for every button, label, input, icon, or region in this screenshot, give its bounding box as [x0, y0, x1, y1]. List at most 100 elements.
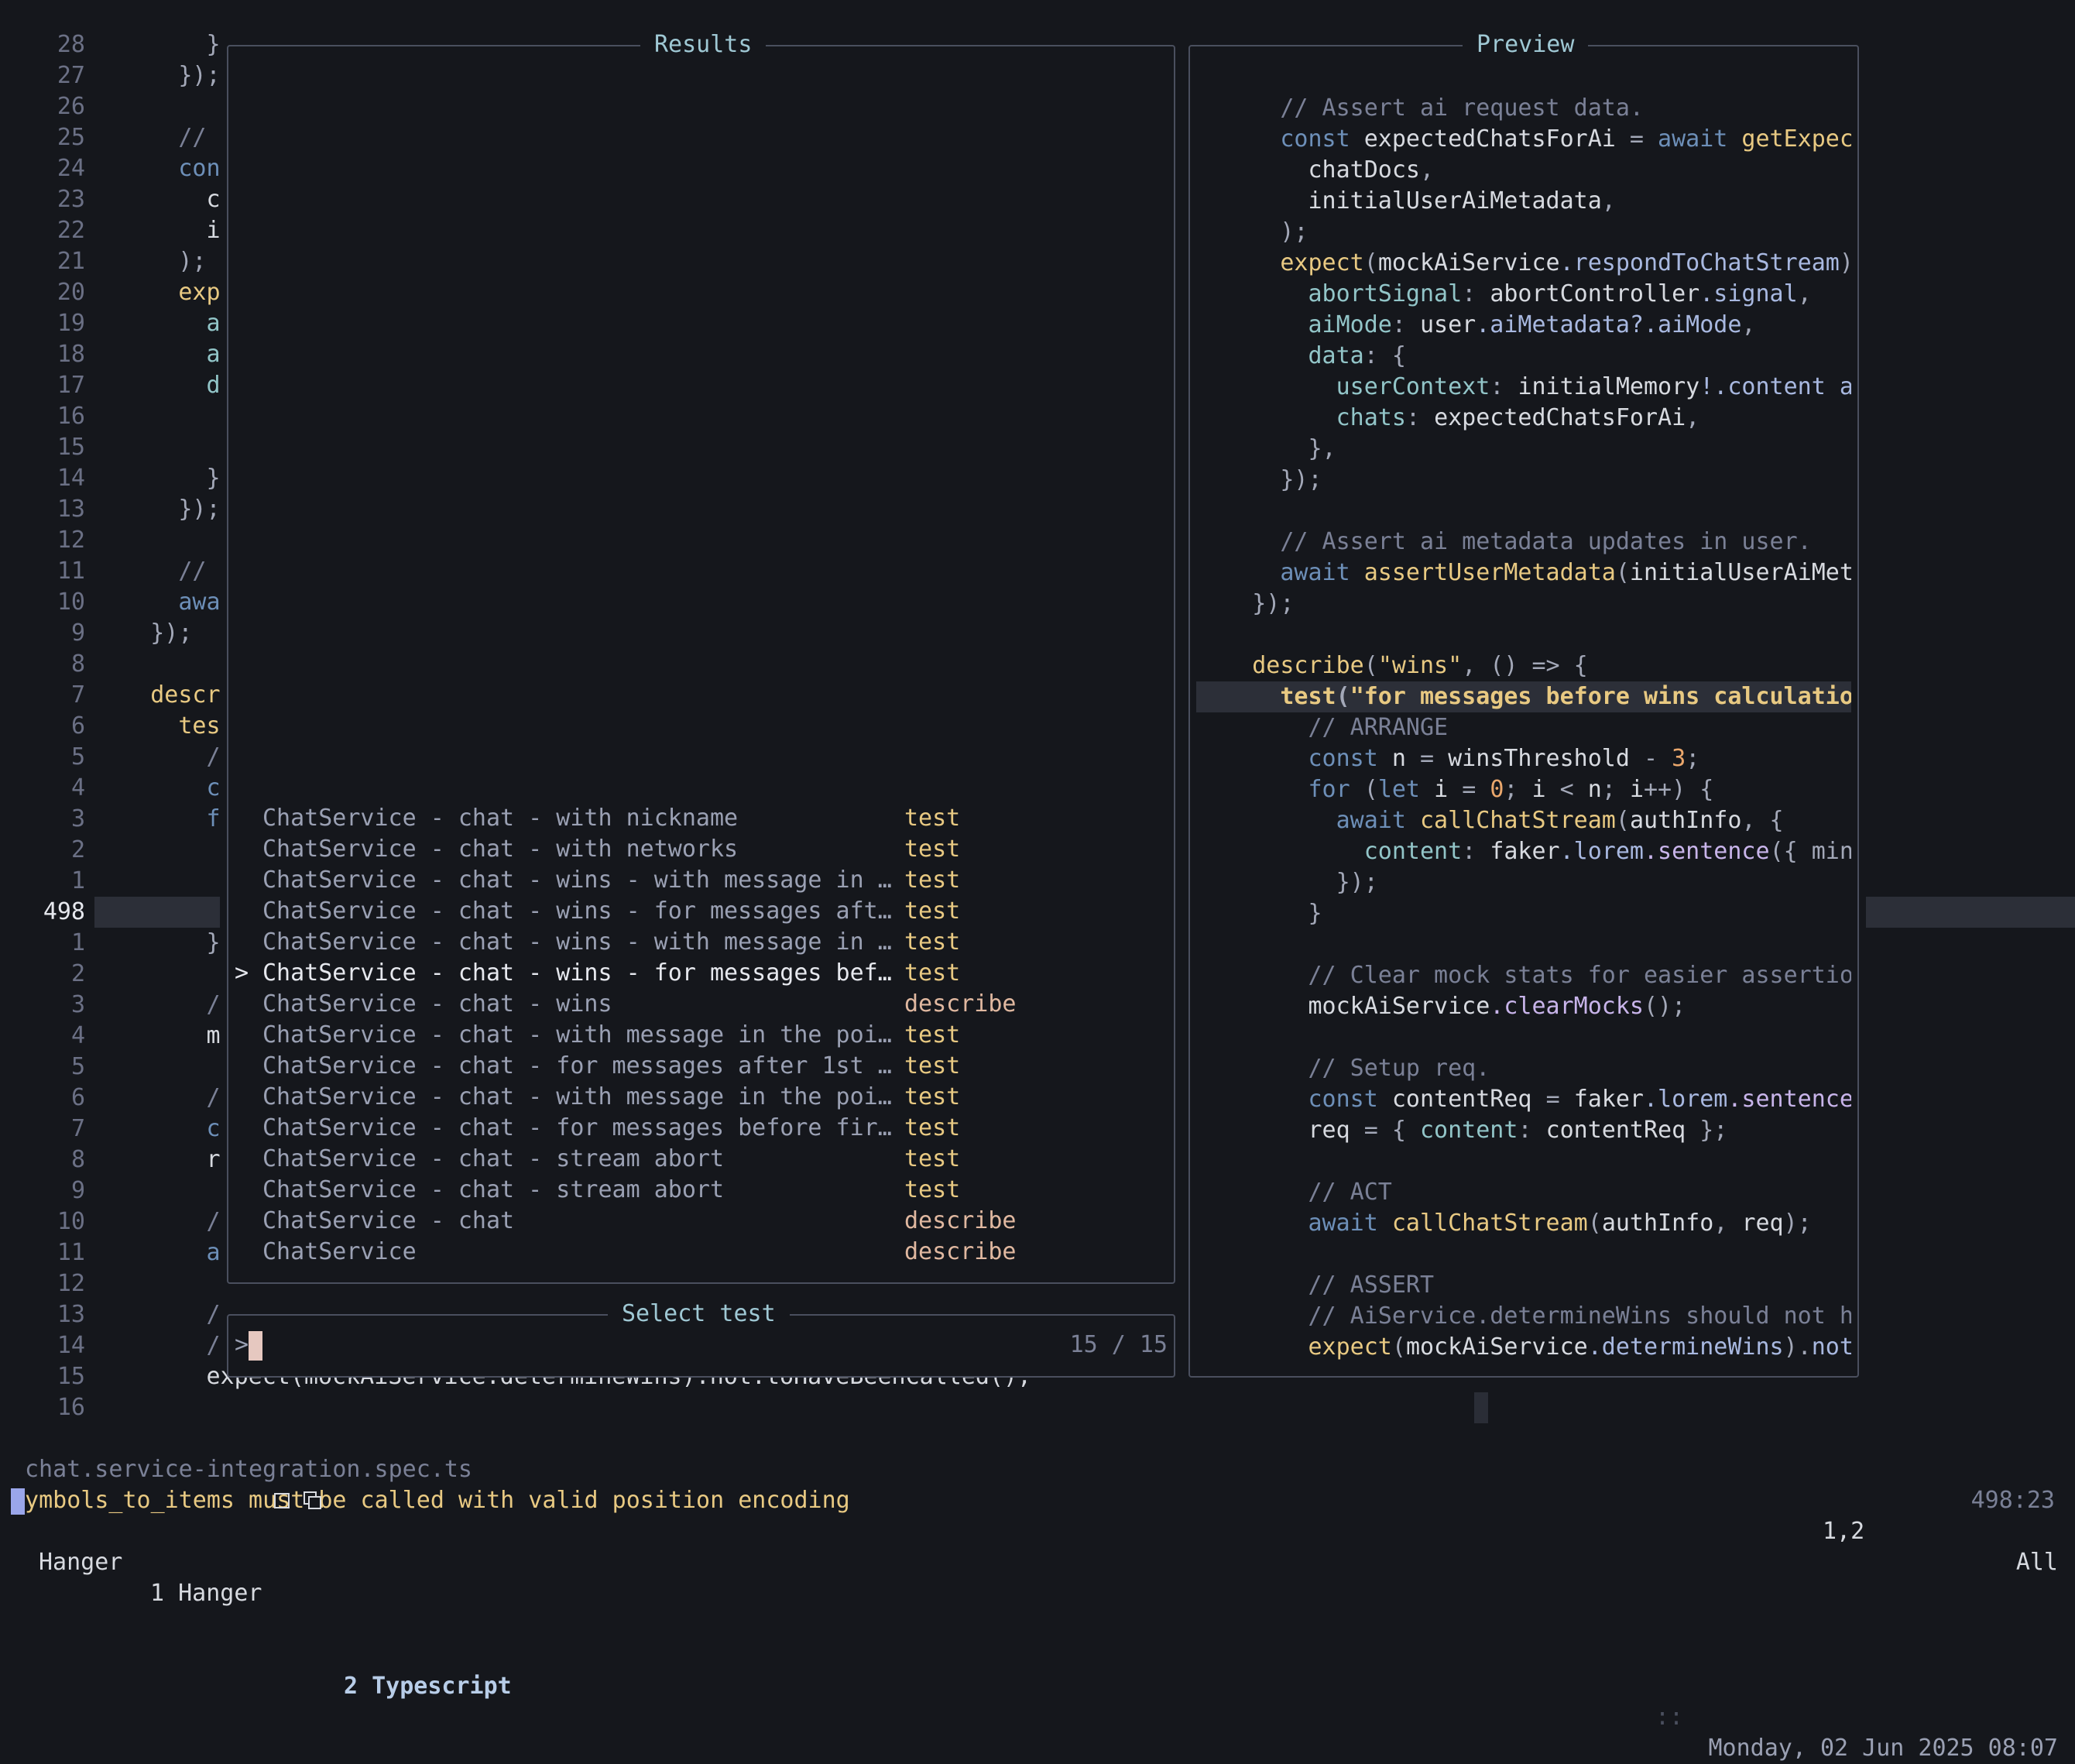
token: (	[1587, 1210, 1602, 1237]
token: const	[1308, 1086, 1392, 1113]
token: .signal	[1699, 280, 1798, 307]
preview-line	[1196, 619, 1851, 650]
token: =	[1420, 745, 1449, 772]
token: // Setup req.	[1308, 1055, 1490, 1082]
result-count: 15 / 15	[1069, 1331, 1168, 1358]
tmux-status-bar: Hanger 1 Hanger 2 Typescript :: Monday, …	[0, 1485, 2075, 1762]
result-item[interactable]: ChatService describe	[228, 1237, 1158, 1268]
preview-line: // AiService.determineWins should not h	[1196, 1301, 1852, 1332]
result-item[interactable]: ChatService - chat - stream abort test	[228, 1144, 1158, 1175]
preview-line: await callChatStream(authInfo, {	[1196, 805, 1851, 836]
line-number: 22	[57, 217, 85, 244]
line-number: 14	[57, 465, 85, 492]
result-item[interactable]: ChatService - chat - wins - with message…	[228, 865, 1158, 896]
token: initialUserAiMetadata	[1308, 187, 1602, 214]
token: i	[1531, 776, 1560, 803]
token: chatDocs	[1308, 156, 1421, 184]
token: ++) {	[1644, 776, 1714, 803]
token: i	[1434, 776, 1463, 803]
window-square-icon	[274, 1493, 290, 1508]
window-2[interactable]: 2 Typescript	[344, 1671, 512, 1702]
session-indicator	[11, 1488, 25, 1515]
result-item[interactable]: ChatService - chat describe	[228, 1206, 1158, 1237]
line-number: 3	[70, 991, 85, 1018]
token: await	[1308, 1210, 1392, 1237]
token: data	[1308, 342, 1364, 369]
preview-line	[1196, 1239, 1851, 1270]
preview-line: // Setup req.	[1196, 1053, 1851, 1084]
result-item[interactable]: ChatService - chat - with networks test	[228, 834, 1158, 865]
window-1[interactable]: 1 Hanger	[150, 1578, 262, 1609]
token: );	[1783, 1210, 1812, 1237]
session-name[interactable]: Hanger	[39, 1547, 122, 1578]
result-item-selected[interactable]: > ChatService - chat - wins - for message…	[228, 958, 1158, 989]
file-status-line: chat.service-integration.spec.ts 498:23	[0, 1423, 2075, 1514]
token: abortController	[1490, 280, 1700, 307]
token: req	[1308, 1117, 1364, 1144]
preview-line	[1196, 929, 1851, 960]
result-item[interactable]: ChatService - chat - wins - for messages…	[228, 896, 1158, 927]
scrollbar-thumb[interactable]	[1474, 1392, 1488, 1423]
preview-line: // Assert ai metadata updates in user.	[1196, 527, 1851, 558]
preview-line: initialUserAiMetadata,	[1196, 186, 1851, 217]
token: await	[1658, 125, 1742, 153]
token: .determineWins	[1587, 1333, 1784, 1361]
result-item[interactable]: ChatService - chat - with nickname test	[228, 803, 1158, 834]
token: ,	[1797, 280, 1812, 307]
line-number: 8	[70, 650, 85, 678]
token: winsThreshold	[1448, 745, 1644, 772]
preview-line: data: {	[1196, 341, 1851, 372]
result-item[interactable]: ChatService - chat - with message in the…	[228, 1020, 1158, 1051]
token: <	[1559, 776, 1588, 803]
token: ();	[1644, 993, 1686, 1020]
preview-line: chatDocs,	[1196, 155, 1851, 186]
token: await	[1336, 807, 1420, 834]
token: req	[1741, 1210, 1784, 1237]
line-number: 11	[57, 1239, 85, 1266]
token: // ARRANGE	[1308, 714, 1449, 741]
ruler-position: 1,2	[1823, 1518, 1865, 1545]
preview-line: expect(mockAiService.respondToChatStream…	[1196, 248, 1851, 279]
token: });	[1280, 466, 1322, 493]
token: .sentence	[1644, 838, 1770, 865]
line-number: 6	[70, 1084, 85, 1111]
preview-code[interactable]: // Assert ai request data. const expecte…	[1196, 46, 1851, 1376]
token: , () => {	[1462, 652, 1588, 679]
token: for	[1308, 776, 1364, 803]
token: )	[1840, 249, 1851, 276]
result-item[interactable]: ChatService - chat - for messages before…	[228, 1113, 1158, 1144]
preview-line: });	[1196, 589, 1851, 619]
token: ;	[1504, 776, 1532, 803]
token: user	[1420, 311, 1477, 338]
token: (	[1363, 249, 1378, 276]
result-item[interactable]: ChatService - chat - with message in the…	[228, 1082, 1158, 1113]
prompt-input[interactable]: >	[235, 1330, 1086, 1361]
preview-line: // ASSERT	[1196, 1270, 1851, 1301]
result-name: ChatService - chat - wins	[262, 990, 612, 1018]
token: faker	[1490, 838, 1560, 865]
result-name: ChatService	[262, 1238, 417, 1265]
result-item[interactable]: ChatService - chat - wins describe	[228, 989, 1158, 1020]
token: describe	[1252, 652, 1364, 679]
result-item[interactable]: ChatService - chat - stream abort test	[228, 1175, 1158, 1206]
result-item[interactable]: ChatService - chat - for messages after …	[228, 1051, 1158, 1082]
token: // Assert ai request data.	[1280, 94, 1644, 122]
result-kind: test	[904, 897, 961, 925]
result-item[interactable]: ChatService - chat - wins - with message…	[228, 927, 1158, 958]
token: mockAiService	[1308, 993, 1490, 1020]
result-kind: describe	[904, 990, 1017, 1018]
result-name: ChatService - chat	[262, 1207, 515, 1234]
token: , {	[1741, 807, 1784, 834]
token: const	[1308, 745, 1392, 772]
token: n	[1391, 745, 1420, 772]
token: // Clear mock stats for easier assertio	[1308, 962, 1852, 989]
line-number: 18	[57, 341, 85, 368]
